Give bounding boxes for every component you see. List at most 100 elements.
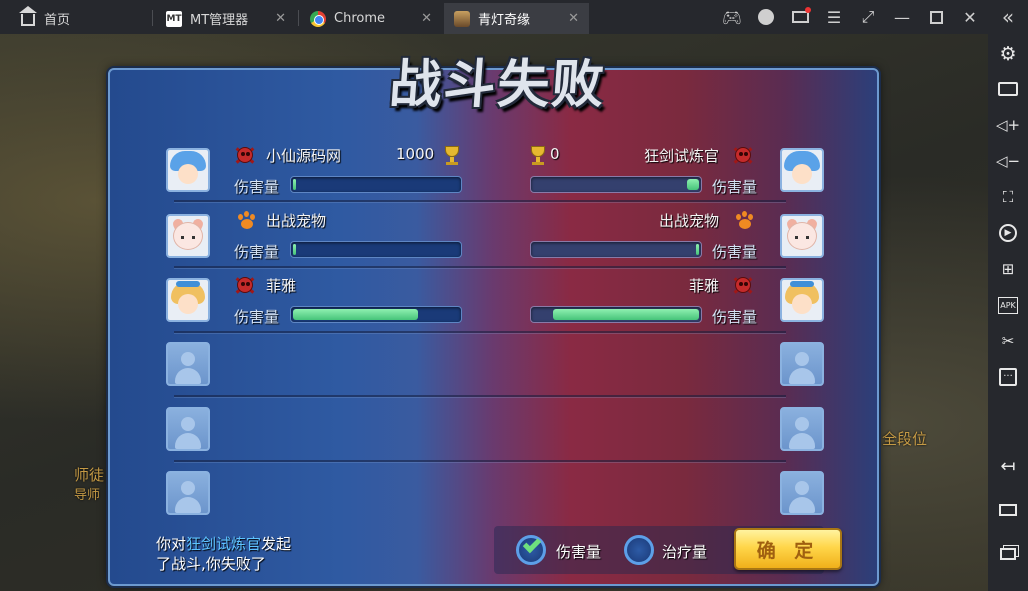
- game-scene: 师徒 导师 全段位 战斗失败 小仙源码网 1000 伤害量 0 狂剑试炼官 伤害…: [0, 34, 988, 591]
- damage-fill: [696, 244, 699, 255]
- damage-fill: [293, 179, 296, 190]
- tab-home[interactable]: 首页: [8, 3, 148, 34]
- defeated-skull-icon: [234, 144, 256, 166]
- collapse-sidebar-icon[interactable]: «: [996, 5, 1020, 29]
- emulator-sidebar: ⚙ ◁+ ◁− ⛶ ▶ ⊞ APK ✂ ··· ↤: [988, 34, 1028, 591]
- row-divider: [174, 331, 786, 333]
- empty-slot: [166, 342, 210, 386]
- mt-manager-icon: MT: [166, 10, 182, 27]
- bg-text: 导师: [74, 488, 101, 503]
- damage-option-label: 伤害量: [556, 543, 602, 561]
- right-player-damage-bar: [530, 176, 702, 193]
- dialog-title-wrap: 战斗失败: [368, 42, 628, 115]
- close-icon[interactable]: ✕: [275, 11, 286, 26]
- close-icon[interactable]: ✕: [421, 11, 432, 26]
- right-ally-name: 菲雅: [688, 277, 719, 295]
- tab-game[interactable]: 青灯奇缘 ✕: [444, 3, 589, 34]
- damage-fill: [687, 179, 699, 190]
- damage-label: 伤害量: [712, 243, 758, 261]
- right-player-score: 0: [550, 145, 560, 163]
- maximize-icon[interactable]: [924, 5, 948, 29]
- settings-icon[interactable]: ⚙: [996, 42, 1020, 66]
- left-pet-damage-bar: [290, 241, 462, 258]
- tab-chrome[interactable]: Chrome ✕: [302, 3, 442, 34]
- add-app-icon[interactable]: ⊞: [996, 257, 1020, 281]
- tab-label: Chrome: [334, 11, 385, 26]
- damage-label: 伤害量: [234, 178, 280, 196]
- volume-up-icon[interactable]: ◁+: [996, 113, 1020, 137]
- damage-label: 伤害量: [234, 308, 280, 326]
- empty-slot: [780, 471, 824, 515]
- right-ally-portrait[interactable]: [780, 278, 824, 322]
- close-icon[interactable]: ✕: [568, 11, 579, 26]
- mail-icon[interactable]: [788, 5, 812, 29]
- heal-option-label: 治疗量: [662, 543, 708, 561]
- damage-label: 伤害量: [712, 308, 758, 326]
- game-app-icon: [454, 10, 470, 27]
- home-icon: [19, 5, 37, 27]
- emulator-topbar: 首页 MT MT管理器 ✕ Chrome ✕ 青灯奇缘 ✕ 🎮︎ ☰ ⤢ — ✕…: [0, 0, 1028, 34]
- tab-divider: [298, 10, 299, 26]
- row-divider: [174, 200, 786, 202]
- right-pet-portrait[interactable]: [780, 214, 824, 258]
- msg-prefix: 你对: [156, 535, 187, 553]
- scissors-icon[interactable]: ✂: [996, 329, 1020, 353]
- tab-label: 青灯奇缘: [478, 13, 531, 28]
- minimize-icon[interactable]: —: [890, 5, 914, 29]
- row-divider: [174, 266, 786, 268]
- left-ally-portrait[interactable]: [166, 278, 210, 322]
- opponent-name: 狂剑试炼官: [186, 535, 262, 553]
- bg-text: 全段位: [882, 430, 928, 448]
- back-icon[interactable]: ↤: [996, 454, 1020, 478]
- record-icon[interactable]: ▶: [996, 221, 1020, 245]
- left-player-score: 1000: [396, 145, 435, 163]
- chrome-icon: [310, 10, 326, 27]
- defeated-skull-icon: [234, 274, 256, 296]
- gamepad-icon[interactable]: 🎮︎: [720, 5, 744, 29]
- close-icon[interactable]: ✕: [958, 5, 982, 29]
- empty-slot: [780, 342, 824, 386]
- keyboard-icon[interactable]: [996, 77, 1020, 101]
- left-ally-name: 菲雅: [266, 277, 297, 295]
- more-icon[interactable]: ···: [996, 365, 1020, 389]
- tab-label: 首页: [44, 13, 71, 28]
- paw-icon: [236, 210, 258, 232]
- account-icon[interactable]: [754, 5, 778, 29]
- bg-text: 师徒: [74, 466, 105, 484]
- screenshot-icon[interactable]: ⛶: [996, 185, 1020, 209]
- heal-radio[interactable]: [624, 535, 654, 565]
- pin-icon[interactable]: ⤢: [856, 5, 880, 29]
- confirm-button[interactable]: 确 定: [734, 528, 842, 570]
- left-player-name: 小仙源码网: [266, 147, 342, 165]
- right-player-portrait[interactable]: [780, 148, 824, 192]
- row-divider: [174, 395, 786, 397]
- tab-label: MT管理器: [190, 13, 249, 28]
- defeated-skull-icon: [732, 274, 754, 296]
- left-player-portrait[interactable]: [166, 148, 210, 192]
- left-pet-portrait[interactable]: [166, 214, 210, 258]
- left-ally-damage-bar: [290, 306, 462, 323]
- right-player-name: 狂剑试炼官: [643, 147, 719, 165]
- tab-mt-manager[interactable]: MT MT管理器 ✕: [156, 3, 296, 34]
- damage-fill: [293, 309, 418, 320]
- msg-suffix: 发起: [261, 535, 292, 553]
- defeated-skull-icon: [732, 144, 754, 166]
- apk-install-icon[interactable]: APK: [996, 293, 1020, 317]
- dialog-title: 战斗失败: [387, 54, 608, 115]
- volume-down-icon[interactable]: ◁−: [996, 149, 1020, 173]
- recent-apps-icon[interactable]: [996, 542, 1020, 566]
- empty-slot: [166, 471, 210, 515]
- damage-radio[interactable]: [516, 534, 546, 565]
- row-divider: [174, 460, 786, 462]
- right-pet-name: 出战宠物: [658, 212, 719, 230]
- battle-result-dialog: 战斗失败 小仙源码网 1000 伤害量 0 狂剑试炼官 伤害量 出战宠物 伤害量…: [108, 54, 879, 586]
- checkmark-icon: [522, 534, 542, 554]
- home-icon[interactable]: [996, 498, 1020, 522]
- damage-fill: [553, 309, 699, 320]
- tab-divider: [152, 10, 153, 26]
- trophy-icon: [442, 145, 462, 167]
- trophy-icon: [528, 145, 548, 167]
- menu-icon[interactable]: ☰: [822, 5, 846, 29]
- damage-fill: [293, 244, 296, 255]
- right-pet-damage-bar: [530, 241, 702, 258]
